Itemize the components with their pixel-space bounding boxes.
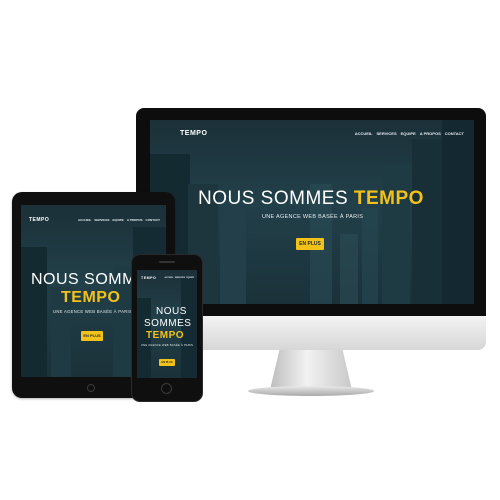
nav-item-accueil[interactable]: ACCUEIL (164, 277, 173, 279)
main-nav: ACCUEIL SERVICES EQUIPE A PROPOS CONTACT (355, 131, 464, 136)
building-silhouette (340, 234, 358, 304)
nav-item-contact[interactable]: CONTACT (146, 218, 160, 222)
brand-logo[interactable]: TEMPO (141, 276, 156, 280)
hero-accent: TEMPO (146, 330, 185, 341)
nav-item-services[interactable]: SERVICES (376, 131, 396, 136)
hero-line2: SOMMES (144, 318, 192, 329)
monitor-stand-base (248, 386, 374, 396)
cta-button[interactable]: EN PLUS (159, 359, 175, 366)
nav-item-services[interactable]: SERVICES (94, 218, 109, 222)
nav-item-a-propos[interactable]: A PROPOS (127, 218, 143, 222)
building-silhouette (442, 120, 474, 304)
main-nav: ACCUEIL SERVICES EQUIPE A PROPOS CONTACT (78, 218, 160, 222)
nav-item-accueil[interactable]: ACCUEIL (355, 131, 373, 136)
nav-item-equipe[interactable]: EQUIPE (112, 218, 123, 222)
tablet-home-button[interactable] (87, 384, 95, 392)
hero-tagline: UNE AGENCE WEB BASÉE À PARIS (53, 309, 133, 314)
building-silhouette (382, 164, 410, 304)
hero-accent: TEMPO (61, 289, 121, 306)
main-nav: ACCUEIL SERVICES EQUIPE (164, 277, 194, 279)
nav-item-equipe[interactable]: EQUIPE (401, 131, 416, 136)
cta-button[interactable]: EN PLUS (81, 331, 103, 341)
hero-title: NOUS SOMMES TEMPO (198, 188, 424, 210)
monitor-stand-neck (270, 348, 352, 390)
nav-item-services[interactable]: SERVICES (175, 277, 185, 279)
hero-line1: NOUS (156, 306, 187, 317)
nav-item-a-propos[interactable]: A PROPOS (420, 131, 441, 136)
nav-item-contact[interactable]: CONTACT (445, 131, 464, 136)
building-silhouette (362, 208, 378, 304)
nav-item-accueil[interactable]: ACCUEIL (78, 218, 91, 222)
building-silhouette (220, 209, 246, 304)
brand-logo[interactable]: TEMPO (180, 130, 207, 137)
brand-logo[interactable]: TEMPO (29, 217, 49, 223)
hero-line1: NOUS SOMMES (198, 188, 349, 209)
hero-tagline: UNE AGENCE WEB BASÉE À PARIS (262, 214, 364, 220)
nav-item-equipe[interactable]: EQUIPE (186, 277, 194, 279)
building-silhouette (412, 139, 442, 304)
hero-tagline: UNE AGENCE WEB BASÉE À PARIS (141, 344, 194, 347)
building-silhouette (21, 247, 47, 377)
cta-button[interactable]: EN PLUS (296, 238, 324, 250)
phone-home-button[interactable] (161, 383, 172, 394)
phone-site-screen: TEMPO ACCUEIL SERVICES EQUIPE NOUS SOMME… (137, 270, 197, 378)
phone-speaker (159, 261, 175, 263)
hero-accent: TEMPO (353, 188, 424, 209)
